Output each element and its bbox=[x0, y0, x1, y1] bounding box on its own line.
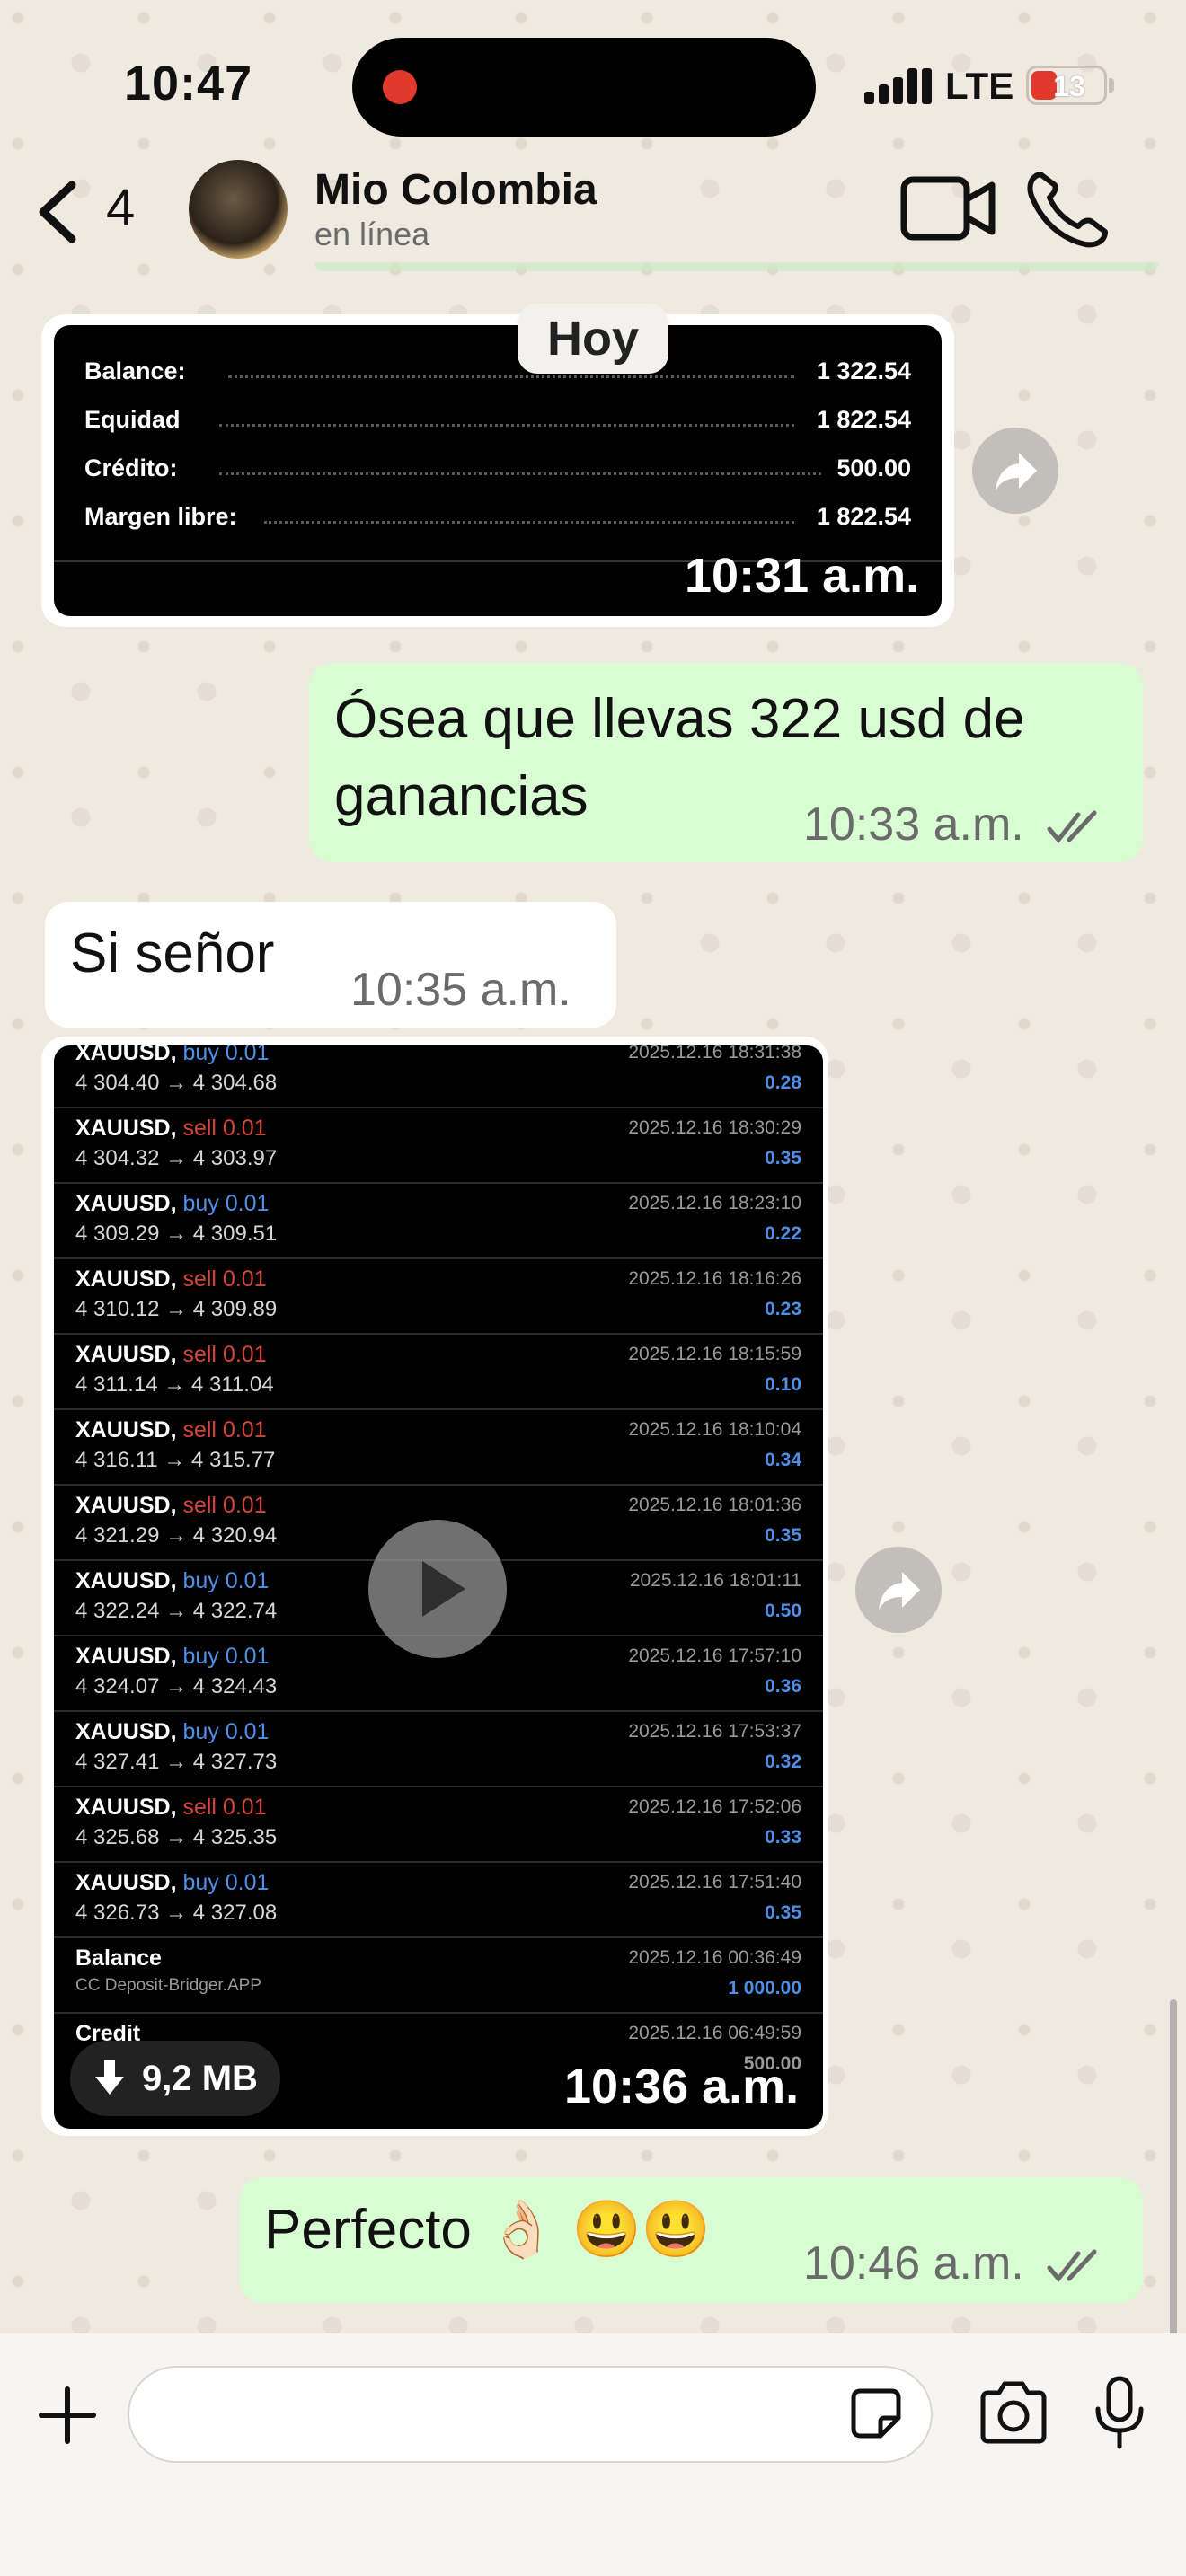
trade-row: XAUUSD, sell 0.01 4 325.68 → 4 325.35 20… bbox=[54, 1786, 823, 1863]
scroll-indicator[interactable] bbox=[1170, 1999, 1177, 2341]
battery-level: 13 bbox=[1053, 70, 1085, 102]
trade-row: XAUUSD, buy 0.01 4 309.29 → 4 309.51 202… bbox=[54, 1182, 823, 1259]
network-type: LTE bbox=[945, 65, 1014, 107]
camera-indicator-icon bbox=[383, 70, 417, 104]
battery-cap bbox=[1109, 78, 1114, 93]
forward-button[interactable] bbox=[855, 1547, 942, 1633]
forward-icon bbox=[996, 453, 1037, 490]
message-input[interactable] bbox=[128, 2366, 933, 2463]
trade-row: XAUUSD, sell 0.01 4 311.14 → 4 311.04 20… bbox=[54, 1333, 823, 1410]
avatar[interactable] bbox=[189, 160, 288, 259]
video-call-icon[interactable] bbox=[898, 172, 997, 244]
trade-row: XAUUSD, buy 0.01 4 327.41 → 4 327.73 202… bbox=[54, 1710, 823, 1787]
camera-icon[interactable] bbox=[978, 2380, 1049, 2445]
dynamic-island bbox=[352, 38, 816, 137]
file-size: 9,2 MB bbox=[142, 2059, 258, 2098]
play-button[interactable] bbox=[368, 1520, 507, 1658]
free-margin-row: Margen libre: 1 822.54 bbox=[84, 503, 911, 530]
unread-count[interactable]: 4 bbox=[106, 178, 135, 238]
message-meta: 10:46 a.m. bbox=[803, 2236, 1109, 2290]
trade-row: XAUUSD, buy 0.01 4 326.73 → 4 327.08 202… bbox=[54, 1861, 823, 1938]
trade-row: XAUUSD, sell 0.01 4 304.32 → 4 303.97 20… bbox=[54, 1107, 823, 1184]
header-accent bbox=[314, 262, 1159, 271]
contact-status: en línea bbox=[314, 216, 430, 252]
read-receipt-icon bbox=[1047, 2249, 1097, 2283]
message-time: 10:31 a.m. bbox=[685, 549, 920, 603]
message-text: Perfecto 👌🏻 😃😃 bbox=[264, 2199, 711, 2261]
date-chip: Hoy bbox=[518, 304, 668, 374]
status-time: 10:47 bbox=[124, 57, 253, 110]
sticker-icon[interactable] bbox=[848, 2386, 904, 2441]
trade-row: XAUUSD, sell 0.01 4 316.11 → 4 315.77 20… bbox=[54, 1408, 823, 1486]
trade-row: XAUUSD, buy 0.01 4 304.40 → 4 304.68 202… bbox=[54, 1045, 823, 1108]
message-time: 10:36 a.m. bbox=[564, 2060, 800, 2113]
phone-icon[interactable] bbox=[1024, 167, 1114, 248]
plus-icon[interactable] bbox=[36, 2384, 99, 2447]
read-receipt-icon bbox=[1047, 810, 1097, 844]
message-time: 10:35 a.m. bbox=[350, 964, 571, 1016]
microphone-icon[interactable] bbox=[1093, 2375, 1146, 2450]
contact-name[interactable]: Mio Colombia bbox=[314, 165, 597, 215]
trade-row: XAUUSD, sell 0.01 4 310.12 → 4 309.89 20… bbox=[54, 1257, 823, 1335]
message-meta: 10:33 a.m. bbox=[803, 798, 1109, 851]
forward-button[interactable] bbox=[972, 428, 1058, 514]
download-icon bbox=[95, 2060, 124, 2095]
download-button[interactable]: 9,2 MB bbox=[70, 2041, 280, 2116]
battery-icon: 13 bbox=[1026, 66, 1107, 105]
equity-row: Equidad 1 822.54 bbox=[84, 406, 911, 433]
chevron-left-icon[interactable] bbox=[32, 176, 86, 248]
balance-row: Balance: 1 322.54 bbox=[84, 357, 911, 384]
credit-row: Crédito: 500.00 bbox=[84, 454, 911, 481]
message-text: Si señor bbox=[70, 922, 275, 984]
forward-icon bbox=[879, 1572, 920, 1610]
balance-row: Balance CC Deposit-Bridger.APP 2025.12.1… bbox=[54, 1936, 823, 2014]
play-icon bbox=[422, 1561, 465, 1617]
